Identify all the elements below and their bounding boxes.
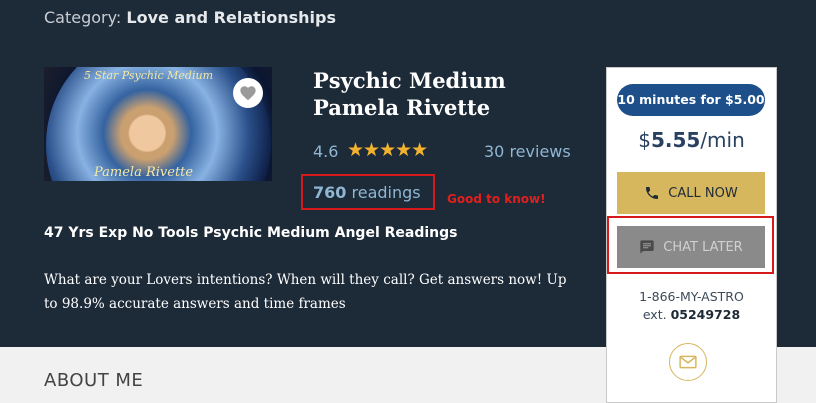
extension-line: ext. 05249728: [606, 306, 777, 324]
phone-number[interactable]: 1-866-MY-ASTRO: [606, 288, 777, 306]
phone-info: 1-866-MY-ASTRO ext. 05249728: [606, 288, 777, 324]
category-line: Category: Love and Relationships: [44, 8, 336, 27]
phone-icon: [644, 185, 660, 201]
chat-later-label: CHAT LATER: [663, 239, 743, 255]
price-currency: $: [638, 128, 651, 152]
category-label: Category:: [44, 8, 122, 27]
rating-stars: ★★★★★: [347, 139, 428, 161]
favorite-button[interactable]: [233, 78, 263, 108]
about-me-heading: ABOUT ME: [44, 370, 144, 391]
readings-label: readings: [351, 183, 421, 202]
message-button[interactable]: [669, 343, 707, 381]
advisor-name: Psychic Medium Pamela Rivette: [313, 68, 506, 120]
extension-label: ext.: [642, 307, 667, 322]
photo-caption-top: 5 Star Psychic Medium: [84, 69, 213, 82]
heart-icon: [240, 86, 256, 101]
price-per-minute: $5.55/min: [606, 128, 777, 152]
chat-icon: [639, 239, 655, 255]
readings-count: 760: [313, 183, 347, 202]
reviews-label: reviews: [509, 142, 571, 161]
price-unit: /min: [700, 128, 745, 152]
category-value[interactable]: Love and Relationships: [126, 8, 336, 27]
extension-value: 05249728: [670, 307, 741, 322]
rating-value: 4.6: [313, 142, 339, 161]
annotation-note: Good to know!: [447, 192, 546, 206]
advisor-description: What are your Lovers intentions? When wi…: [44, 272, 567, 312]
call-now-button[interactable]: CALL NOW: [617, 172, 765, 214]
promo-badge: 10 minutes for $5.00: [617, 84, 765, 116]
reviews-count: 30: [484, 142, 505, 161]
photo-caption-bottom: Pamela Rivette: [94, 165, 194, 180]
mail-icon: [679, 355, 697, 369]
advisor-tagline: 47 Yrs Exp No Tools Psychic Medium Angel…: [44, 225, 458, 241]
readings-count-line: 760 readings: [313, 183, 421, 202]
call-now-label: CALL NOW: [668, 185, 738, 201]
reviews-link[interactable]: 30 reviews: [484, 142, 571, 161]
chat-later-button[interactable]: CHAT LATER: [617, 226, 765, 268]
price-value: 5.55: [650, 128, 701, 152]
